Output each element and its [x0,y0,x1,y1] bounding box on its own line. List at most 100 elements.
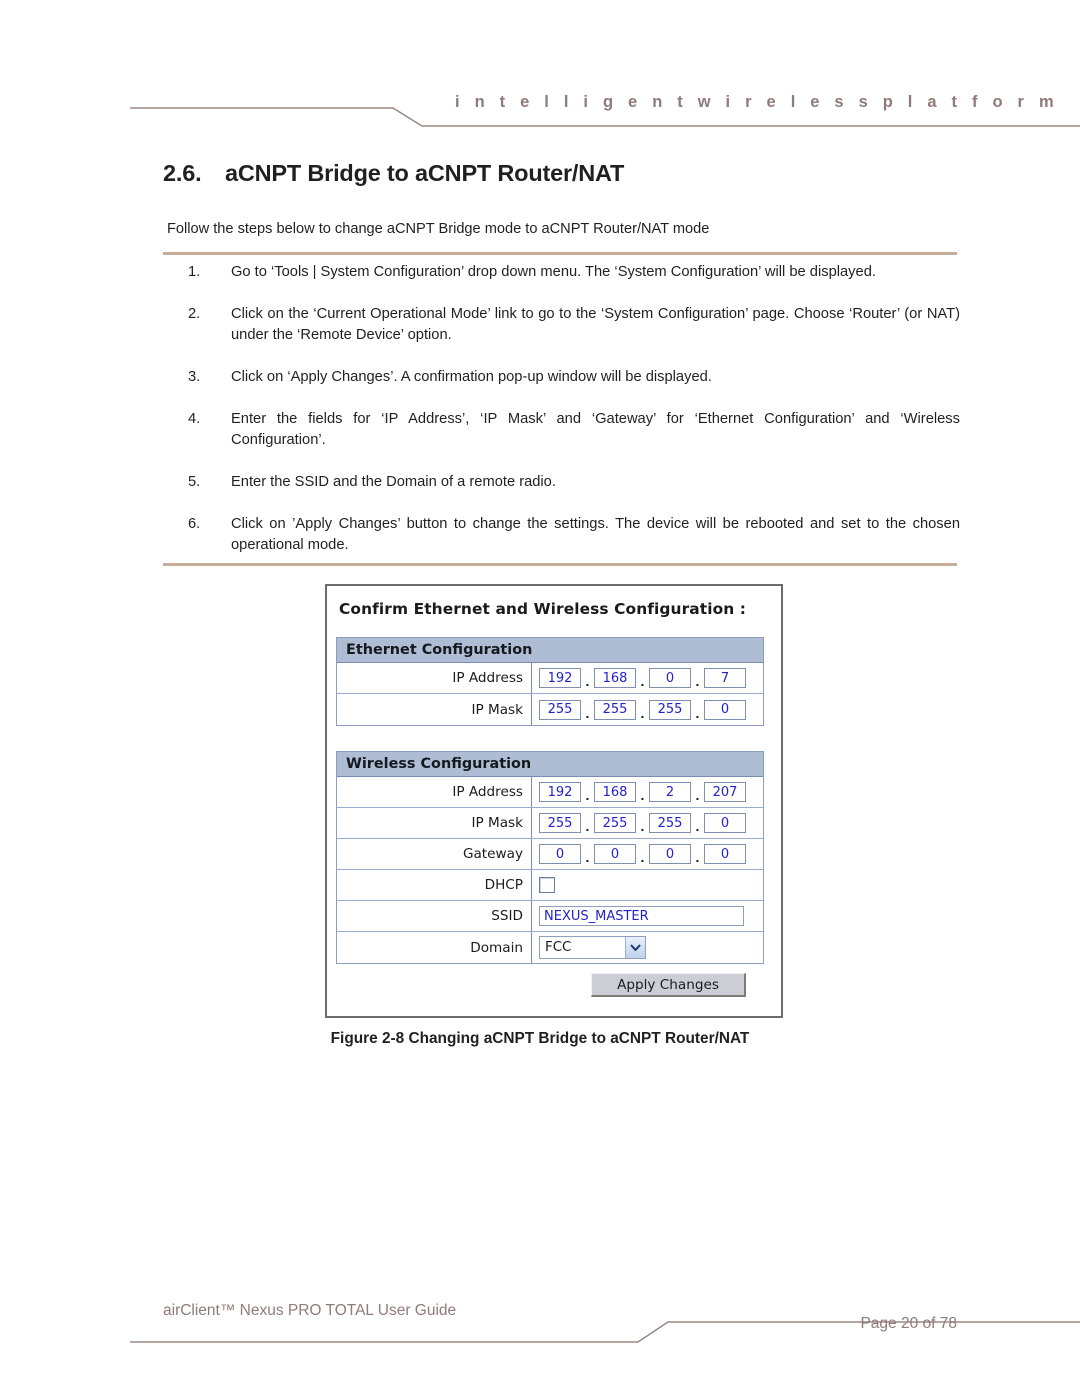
step-list: 1. Go to ‘Tools | System Configuration’ … [188,262,960,556]
domain-select-value: FCC [545,940,572,955]
ip-octet-2[interactable]: 0 [594,844,636,864]
dialog-window: Confirm Ethernet and Wireless Configurat… [325,584,783,1018]
ip-octet-3[interactable]: 0 [649,844,691,864]
ip-separator: . [585,704,590,721]
ip-separator: . [585,818,590,834]
row-label: IP Mask [337,694,532,725]
apply-changes-button[interactable]: Apply Changes [591,973,746,997]
gateway-field[interactable]: 0 . 0 . 0 . 0 [539,844,746,864]
footer-document-title: airClient™ Nexus PRO TOTAL User Guide [163,1302,457,1319]
ip-separator: . [640,787,645,803]
wireless-configuration-header: Wireless Configuration [337,752,763,777]
list-item: 5. Enter the SSID and the Domain of a re… [188,472,960,493]
list-item-text: Click on ‘Apply Changes’. A confirmation… [231,369,712,385]
section-title-text: aCNPT Bridge to aCNPT Router/NAT [225,160,625,186]
list-item-number: 1. [188,264,201,280]
ip-separator: . [640,849,645,865]
row-value: FCC [532,932,763,963]
ip-octet-2[interactable]: 255 [594,699,636,720]
domain-select[interactable]: FCC [539,936,646,959]
ip-separator: . [640,704,645,721]
row-value: 255 . 255 . 255 . 0 [532,694,763,725]
row-label: IP Address [337,663,532,693]
row-value: 192 . 168 . 2 . 207 [532,777,763,807]
list-item-number: 2. [188,306,201,322]
table-row: IP Address 192 . 168 . 0 . 7 [337,663,763,694]
table-row: IP Mask 255 . 255 . 255 . 0 [337,808,763,839]
section-number: 2.6. [163,160,202,186]
table-row: IP Address 192 . 168 . 2 . 207 [337,777,763,808]
list-item-number: 3. [188,369,201,385]
ip-separator: . [585,849,590,865]
ip-separator: . [585,673,590,689]
ethernet-configuration-table: Ethernet Configuration IP Address 192 . … [336,637,764,726]
list-item-text: Click on ’Apply Changes’ button to chang… [231,516,960,553]
ip-octet-3[interactable]: 255 [649,813,691,833]
table-row: Domain FCC [337,932,763,963]
dialog-title: Confirm Ethernet and Wireless Configurat… [339,600,747,618]
row-label: IP Mask [337,808,532,838]
list-item-text: Click on the ‘Current Operational Mode’ … [231,306,960,343]
ip-octet-4[interactable]: 0 [704,699,746,720]
header-tagline: i n t e l l i g e n t w i r e l e s s p … [455,93,1059,111]
row-label: Domain [337,932,532,963]
ip-address-field[interactable]: 192 . 168 . 0 . 7 [539,668,746,688]
wireless-configuration-table: Wireless Configuration IP Address 192 . … [336,751,764,964]
ip-octet-2[interactable]: 168 [594,782,636,802]
list-item-text: Enter the fields for ‘IP Address’, ‘IP M… [231,411,960,448]
footer-page-number: Page 20 of 78 [860,1315,957,1332]
dhcp-checkbox[interactable] [539,877,555,893]
ip-octet-4[interactable]: 207 [704,782,746,802]
table-row: SSID NEXUS_MASTER [337,901,763,932]
ip-separator: . [695,704,700,721]
ip-separator: . [585,787,590,803]
ip-octet-3[interactable]: 2 [649,782,691,802]
divider-bottom [163,563,957,566]
ip-mask-field[interactable]: 255 . 255 . 255 . 0 [539,813,746,833]
list-item-text: Go to ‘Tools | System Configuration’ dro… [231,264,876,280]
ethernet-configuration-header: Ethernet Configuration [337,638,763,663]
ip-separator: . [640,818,645,834]
table-row: DHCP [337,870,763,901]
list-item: 1. Go to ‘Tools | System Configuration’ … [188,262,960,283]
ip-address-field[interactable]: 192 . 168 . 2 . 207 [539,782,746,802]
ip-separator: . [695,787,700,803]
list-item-text: Enter the SSID and the Domain of a remot… [231,474,556,490]
chevron-down-icon[interactable] [625,937,645,958]
ip-octet-3[interactable]: 0 [649,668,691,688]
row-label: IP Address [337,777,532,807]
list-item-number: 6. [188,516,201,532]
table-row: IP Mask 255 . 255 . 255 . 0 [337,694,763,725]
ip-octet-1[interactable]: 0 [539,844,581,864]
divider-top [163,252,957,255]
ip-separator: . [695,673,700,689]
row-value: 255 . 255 . 255 . 0 [532,808,763,838]
ip-octet-4[interactable]: 7 [704,668,746,688]
page-title: 2.6. aCNPT Bridge to aCNPT Router/NAT [163,160,624,187]
row-value: NEXUS_MASTER [532,901,763,931]
ip-octet-1[interactable]: 255 [539,813,581,833]
ip-separator: . [695,849,700,865]
ip-octet-3[interactable]: 255 [649,699,691,720]
row-label: Gateway [337,839,532,869]
ip-octet-4[interactable]: 0 [704,813,746,833]
ip-octet-2[interactable]: 255 [594,813,636,833]
ip-octet-2[interactable]: 168 [594,668,636,688]
ssid-input[interactable]: NEXUS_MASTER [539,906,744,926]
ip-octet-1[interactable]: 192 [539,782,581,802]
list-item: 4. Enter the fields for ‘IP Address’, ‘I… [188,409,960,451]
ip-octet-1[interactable]: 192 [539,668,581,688]
ip-mask-field[interactable]: 255 . 255 . 255 . 0 [539,699,746,721]
ip-separator: . [640,673,645,689]
figure-screenshot: Confirm Ethernet and Wireless Configurat… [325,584,785,1020]
row-label: SSID [337,901,532,931]
ip-octet-1[interactable]: 255 [539,699,581,720]
list-item: 6. Click on ’Apply Changes’ button to ch… [188,514,960,556]
row-label: DHCP [337,870,532,900]
ip-separator: . [695,818,700,834]
list-item: 3. Click on ‘Apply Changes’. A confirmat… [188,367,960,388]
list-item-number: 4. [188,411,201,427]
intro-paragraph: Follow the steps below to change aCNPT B… [167,221,710,237]
row-value [532,870,763,900]
ip-octet-4[interactable]: 0 [704,844,746,864]
